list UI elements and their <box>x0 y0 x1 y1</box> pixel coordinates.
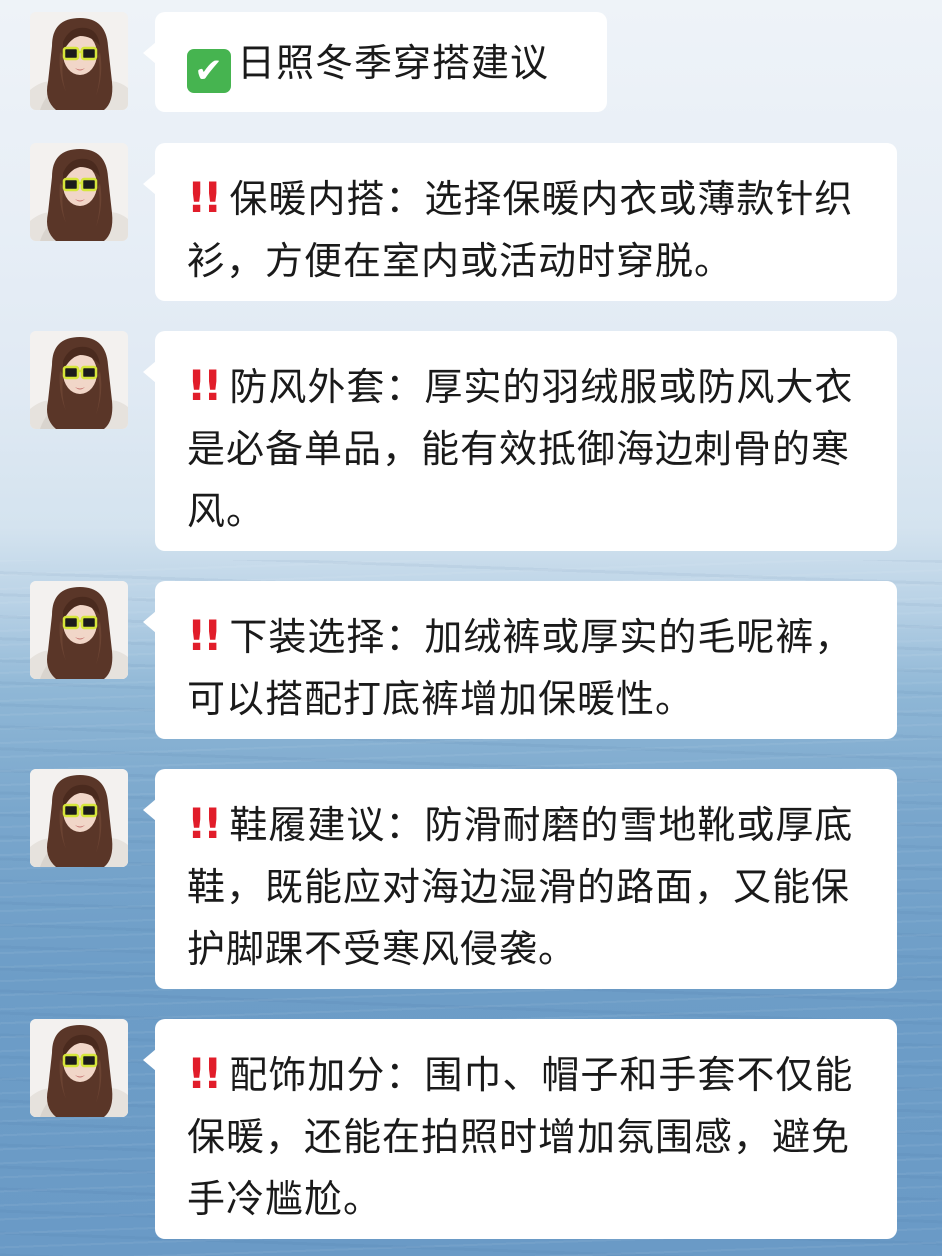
message-text: 保暖内搭：选择保暖内衣或薄款针织衫，方便在室内或活动时穿脱。 <box>187 177 854 283</box>
message-bubble: !! 鞋履建议：防滑耐磨的雪地靴或厚底鞋，既能应对海边湿滑的路面，又能保护脚踝不受… <box>143 769 897 989</box>
message-text: 下装选择：加绒裤或厚实的毛呢裤，可以搭配打底裤增加保暖性。 <box>187 615 854 721</box>
avatar[interactable] <box>30 331 128 429</box>
avatar[interactable] <box>30 143 128 241</box>
message-bubble: ✔ 日照冬季穿搭建议 <box>143 12 607 112</box>
message-bubble: !! 下装选择：加绒裤或厚实的毛呢裤，可以搭配打底裤增加保暖性。 <box>143 581 897 739</box>
message-bubble: !! 配饰加分：围巾、帽子和手套不仅能保暖，还能在拍照时增加氛围感，避免手冷尴尬。 <box>143 1019 897 1239</box>
message-text: 配饰加分：围巾、帽子和手套不仅能保暖，还能在拍照时增加氛围感，避免手冷尴尬。 <box>187 1053 854 1221</box>
avatar[interactable] <box>30 12 128 110</box>
avatar[interactable] <box>30 581 128 679</box>
check-mark-emoji-icon: ✔ <box>187 49 231 93</box>
message-bubble: !! 保暖内搭：选择保暖内衣或薄款针织衫，方便在室内或活动时穿脱。 <box>143 143 897 301</box>
double-exclamation-emoji-icon: !! <box>187 611 222 660</box>
message-text: 防风外套：厚实的羽绒服或防风大衣是必备单品，能有效抵御海边刺骨的寒风。 <box>187 365 854 533</box>
double-exclamation-emoji-icon: !! <box>187 1049 222 1098</box>
message-text: 鞋履建议：防滑耐磨的雪地靴或厚底鞋，既能应对海边湿滑的路面，又能保护脚踝不受寒风… <box>187 803 854 971</box>
double-exclamation-emoji-icon: !! <box>187 361 222 410</box>
avatar[interactable] <box>30 1019 128 1117</box>
double-exclamation-emoji-icon: !! <box>187 173 222 222</box>
double-exclamation-emoji-icon: !! <box>187 799 222 848</box>
message-bubble: !! 防风外套：厚实的羽绒服或防风大衣是必备单品，能有效抵御海边刺骨的寒风。 <box>143 331 897 551</box>
avatar[interactable] <box>30 769 128 867</box>
message-text: 日照冬季穿搭建议 <box>237 41 550 85</box>
